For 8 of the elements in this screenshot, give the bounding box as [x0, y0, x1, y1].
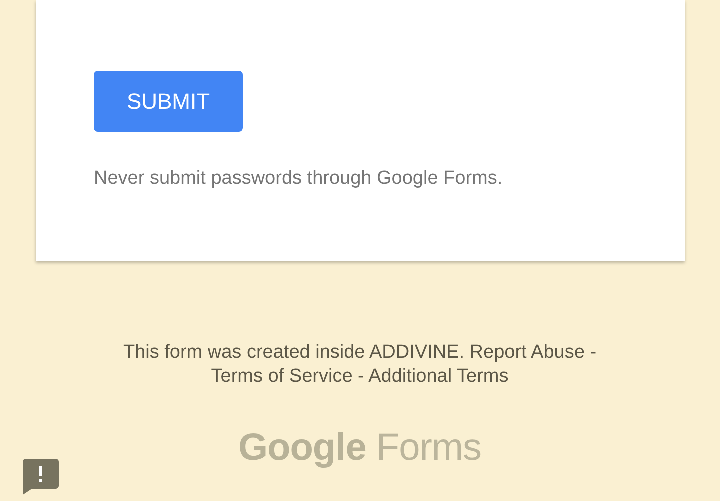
- footer-link[interactable]: Terms of Service: [211, 366, 353, 387]
- password-notice: Never submit passwords through Google Forms.: [94, 168, 504, 190]
- footer-link[interactable]: Report Abuse: [470, 342, 585, 363]
- logo: Google Forms: [237, 427, 483, 470]
- submit-button[interactable]: SUBMIT: [94, 71, 243, 132]
- feedback-icon[interactable]: [23, 459, 59, 495]
- footer-link[interactable]: Additional Terms: [368, 366, 509, 387]
- footer-text: This form was created inside ADDIVINE. Report Abuse - Terms of Service - Additional Terms: [122, 341, 598, 389]
